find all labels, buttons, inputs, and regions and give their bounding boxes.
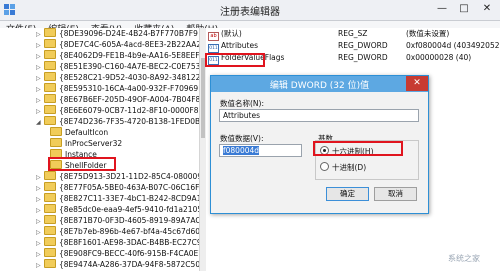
radio-unselected-icon [320, 162, 329, 171]
maximize-button[interactable]: □ [454, 2, 474, 16]
folder-icon [50, 138, 62, 147]
scrollbar-thumb[interactable] [201, 58, 205, 138]
tree-item[interactable]: ▷{8E6E6079-0CB7-11d2-8F10-0000F87ABD16 [36, 105, 200, 116]
tree-item[interactable]: Instance [50, 149, 97, 160]
title-bar: 注册表编辑器 — □ ✕ [0, 0, 500, 21]
list-item[interactable]: ab (默认) REG_SZ (数值未设置) [206, 28, 500, 41]
tree-item-selected[interactable]: ShellFolder [50, 160, 106, 171]
tree-item[interactable]: ▷{8E75D913-3D21-11D2-85C4-080009A0C62 [36, 171, 200, 182]
tree-item[interactable]: ▷{8E528C21-9D52-4030-8A92-3481227ADDE [36, 72, 200, 83]
dec-radio[interactable]: 十进制(D) [320, 162, 366, 173]
ok-button[interactable]: 确定 [326, 187, 369, 201]
tree-item[interactable]: DefaultIcon [50, 127, 108, 138]
value-data-field[interactable]: f080004d [219, 144, 302, 157]
folder-icon [44, 50, 56, 59]
folder-icon [44, 171, 56, 180]
value-name-field[interactable]: Attributes [219, 109, 419, 122]
folder-icon [44, 116, 56, 125]
tree-item[interactable]: ▷{8E77F05A-5BE0-463A-B07C-06C16F5252 [36, 182, 200, 193]
folder-icon [44, 259, 56, 268]
value-name-label: 数值名称(N): [220, 99, 264, 108]
tree-item[interactable]: ▷ {8DE39096-D24E-4B24-B7F770B7F9 [36, 28, 198, 39]
tree-item[interactable]: InProcServer32 [50, 138, 122, 149]
hex-radio[interactable]: 十六进制(H) [320, 146, 374, 157]
dialog-title: 编辑 DWORD (32 位)值 [269, 81, 370, 91]
minimize-button[interactable]: — [432, 2, 452, 16]
binary-value-icon: 011 [208, 56, 219, 65]
folder-icon [44, 39, 56, 48]
folder-icon [44, 226, 56, 235]
folder-icon [44, 237, 56, 246]
tree-item[interactable]: ▷{8e85dc0e-eaa9-4ef5-9410-fd1a2105ceb5} [36, 204, 200, 215]
tree-item[interactable]: ▷{8E595310-16CA-4a00-932F-F70969F990C0 [36, 83, 200, 94]
folder-icon [44, 94, 56, 103]
folder-icon [44, 28, 56, 37]
expand-arrow-icon[interactable]: ▷ [36, 260, 44, 271]
folder-icon [44, 182, 56, 191]
tree-item[interactable]: ▷{8E7b7eb-896b-4e67-bf4a-45c67d60ac3a} [36, 226, 200, 237]
edit-dword-dialog: 编辑 DWORD (32 位)值 ✕ 数值名称(N): Attributes 数… [210, 75, 429, 214]
collapse-arrow-icon[interactable]: ◢ [36, 117, 44, 128]
folder-icon [44, 83, 56, 92]
folder-icon [44, 193, 56, 202]
tree-item[interactable]: ▷{8E8F1601-AE98-3DAC-B4BB-EC27C95A481 [36, 237, 200, 248]
radio-selected-icon [320, 146, 329, 155]
dialog-close-button[interactable]: ✕ [406, 76, 428, 91]
folder-icon [44, 204, 56, 213]
value-data-label: 数值数据(V): [220, 134, 264, 143]
tree-item[interactable]: ▷{8E4062D9-FE1B-4b9e-AA16-5E8EEF68F4 [36, 50, 200, 61]
tree-item[interactable]: ▷{8E827C11-33E7-4bC1-B242-8CD9A1C2B3 [36, 193, 200, 204]
tree-item[interactable]: ▷{8E51E390-C160-4A7E-BEC2-C0E753AD171 [36, 61, 200, 72]
tree-item[interactable]: ▷{8E67B6EF-205D-49OF-A004-7B04F8F65B62 [36, 94, 200, 105]
folder-icon [44, 61, 56, 70]
dialog-title-bar: 编辑 DWORD (32 位)值 ✕ [211, 76, 428, 92]
close-button[interactable]: ✕ [476, 2, 498, 16]
cancel-button[interactable]: 取消 [374, 187, 417, 201]
folder-icon [50, 149, 62, 158]
registry-tree: ▷ {8DE39096-D24E-4B24-B7F770B7F9 ▷ {8DE7C4… [0, 28, 200, 271]
tree-scrollbar[interactable] [199, 28, 206, 271]
folder-icon [44, 72, 56, 81]
tree-item[interactable]: ▷{8E871B70-0F3D-4605-8919-89A7ACBA199 [36, 215, 200, 226]
tree-item[interactable]: ▷{8E9474A-A286-37DA-94F8-5872C500FB0 [36, 259, 200, 270]
tree-item[interactable]: ▷{8E908FC9-BECC-40f6-915B-F4CA0E70D03 [36, 248, 200, 259]
watermark: 系统之家 [448, 254, 480, 263]
tree-item[interactable]: ◢{8E74D236-7F35-4720-B138-1FED0B85EA75 [36, 116, 200, 127]
folder-icon [44, 105, 56, 114]
window-title: 注册表编辑器 [220, 7, 280, 18]
folder-icon [50, 127, 62, 136]
folder-icon [50, 160, 62, 169]
folder-icon [44, 248, 56, 257]
value-data-text: f080004d [223, 146, 260, 155]
list-item-attributes[interactable]: 011 Attributes REG_DWORD 0xf080004d (4034… [206, 40, 500, 53]
tree-item[interactable]: ▷ {8DE7C4C-605A-4acd-8EE3-2B22AA2D3 [36, 39, 200, 50]
list-item[interactable]: 011 FolderValueFlags REG_DWORD 0x00000028… [206, 52, 500, 65]
folder-icon [44, 215, 56, 224]
